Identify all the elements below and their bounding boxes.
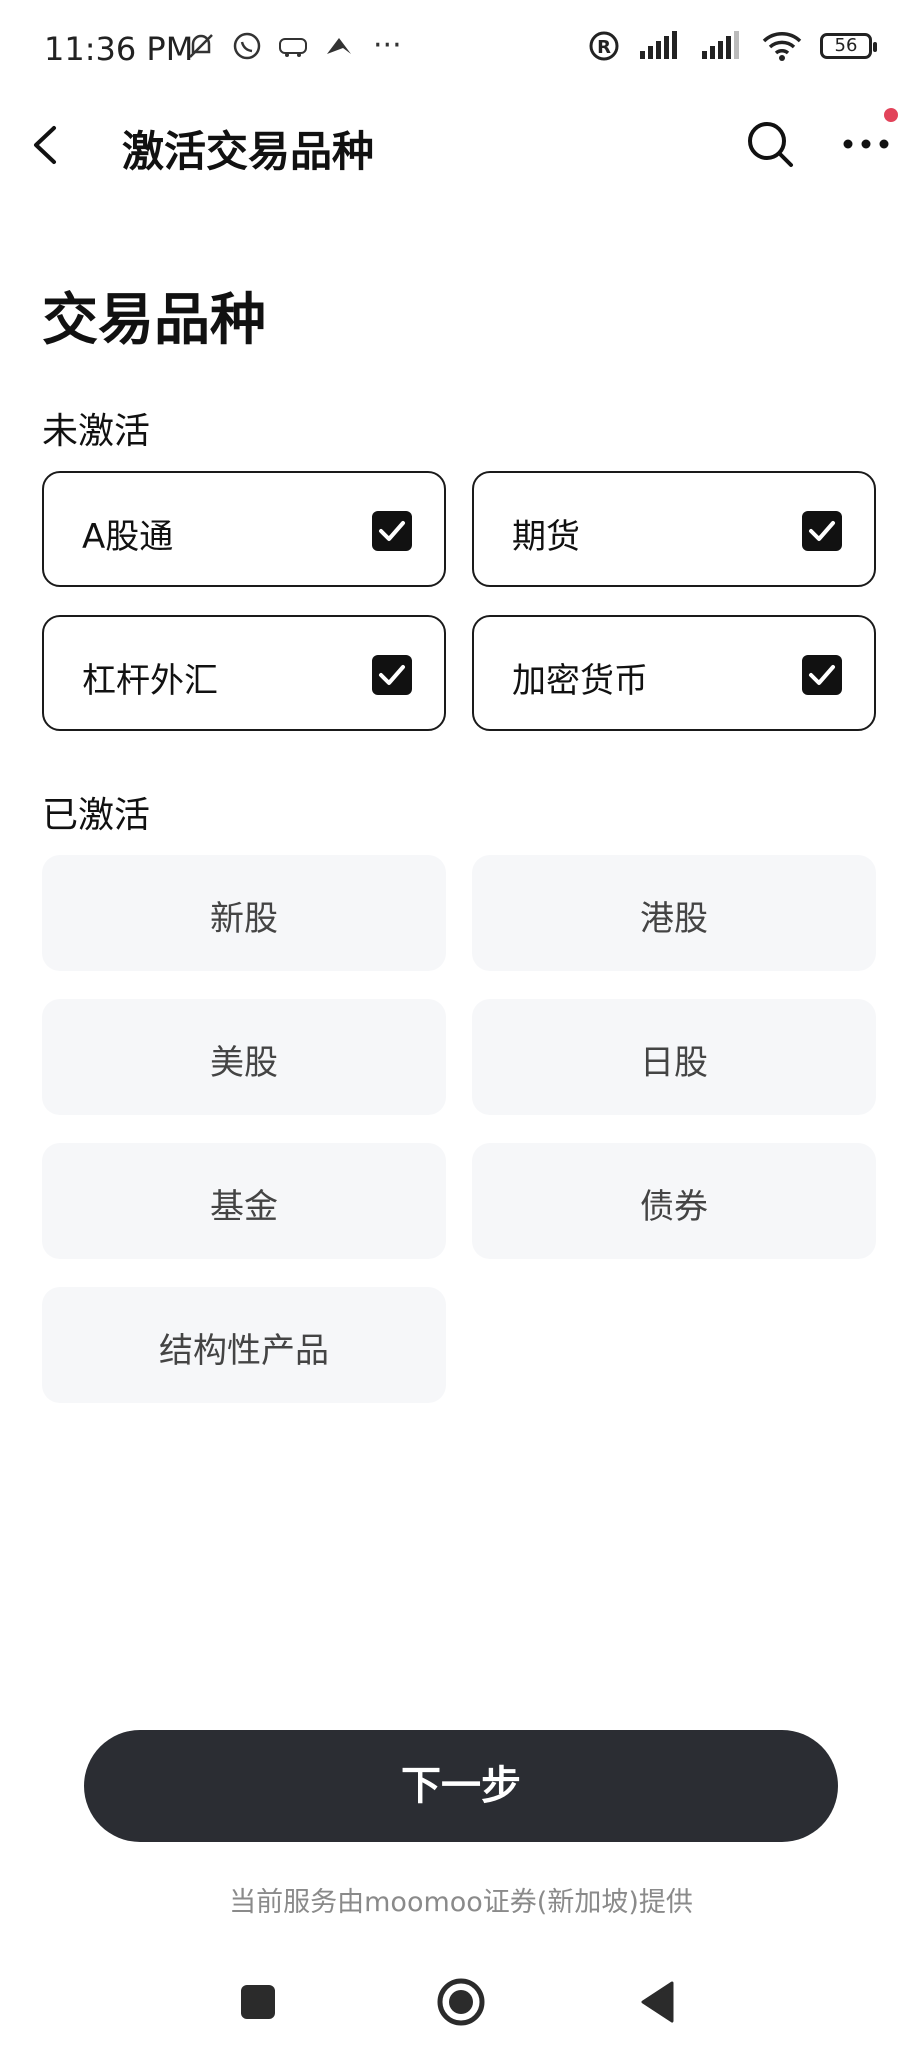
active-item-hk-stocks: 港股 — [472, 855, 876, 971]
item-label: 加密货币 — [512, 661, 648, 701]
square-icon — [241, 1985, 275, 2019]
inactive-item-crypto[interactable]: 加密货币 — [472, 615, 876, 731]
svg-text:R: R — [597, 37, 611, 58]
more-icon — [843, 139, 889, 149]
item-label: A股通 — [82, 517, 174, 557]
recent-apps-button[interactable] — [228, 1972, 288, 2032]
item-label: 港股 — [640, 899, 708, 939]
service-provider-note: 当前服务由moomoo证券(新加坡)提供 — [229, 1887, 693, 1918]
checkbox-checked[interactable] — [372, 655, 412, 695]
item-label: 杠杆外汇 — [82, 661, 218, 701]
back-nav-button[interactable] — [628, 1972, 688, 2032]
item-label: 基金 — [210, 1187, 278, 1227]
item-label: 日股 — [640, 1043, 708, 1083]
status-icons-right: R 56 — [588, 30, 877, 62]
app-icon — [327, 38, 351, 54]
status-icons-left: ··· — [185, 30, 402, 62]
back-button[interactable] — [22, 120, 72, 170]
check-icon — [809, 665, 835, 685]
inactive-label: 未激活 — [42, 411, 151, 452]
more-dots-icon: ··· — [373, 28, 402, 63]
redbus-icon — [279, 38, 307, 57]
page-title: 激活交易品种 — [122, 127, 375, 176]
checkbox-checked[interactable] — [372, 511, 412, 551]
inactive-item-a-share[interactable]: A股通 — [42, 471, 446, 587]
whatsapp-icon — [233, 32, 261, 60]
active-item-bonds: 债券 — [472, 1143, 876, 1259]
check-icon — [379, 665, 405, 685]
battery-icon: 56 — [820, 33, 877, 59]
home-circle-icon — [437, 1978, 485, 2026]
active-item-jp-stocks: 日股 — [472, 999, 876, 1115]
active-item-us-stocks: 美股 — [42, 999, 446, 1115]
search-button[interactable] — [744, 118, 796, 170]
signal-icon — [702, 31, 739, 59]
home-button[interactable] — [431, 1972, 491, 2032]
checkbox-checked[interactable] — [802, 511, 842, 551]
section-heading: 交易品种 — [42, 288, 266, 353]
check-icon — [379, 521, 405, 541]
mute-icon — [189, 34, 213, 58]
inactive-item-futures[interactable]: 期货 — [472, 471, 876, 587]
inactive-item-leveraged-fx[interactable]: 杠杆外汇 — [42, 615, 446, 731]
item-label: 期货 — [512, 517, 580, 557]
status-time: 11:36 PM — [44, 30, 194, 68]
signal-icon — [640, 31, 677, 59]
next-button[interactable]: 下一步 — [84, 1730, 838, 1842]
search-icon — [748, 122, 793, 167]
active-item-structured-products: 结构性产品 — [42, 1287, 446, 1403]
check-icon — [809, 521, 835, 541]
item-label: 结构性产品 — [159, 1331, 329, 1371]
item-label: 新股 — [210, 899, 278, 939]
notification-dot — [884, 108, 898, 122]
item-label: 美股 — [210, 1043, 278, 1083]
registered-icon: R — [589, 31, 619, 61]
more-button[interactable] — [836, 118, 896, 170]
battery-level: 56 — [834, 35, 858, 56]
system-nav-bar — [0, 1960, 922, 2049]
status-bar: 11:36 PM ··· R 56 — [0, 0, 922, 100]
triangle-back-icon — [641, 1981, 674, 2023]
active-item-ipo: 新股 — [42, 855, 446, 971]
back-arrow-icon — [34, 126, 56, 164]
checkbox-checked[interactable] — [802, 655, 842, 695]
app-header: 激活交易品种 — [0, 100, 922, 190]
item-label: 债券 — [640, 1187, 708, 1227]
wifi-icon — [762, 32, 802, 61]
active-item-funds: 基金 — [42, 1143, 446, 1259]
active-label: 已激活 — [42, 795, 151, 836]
